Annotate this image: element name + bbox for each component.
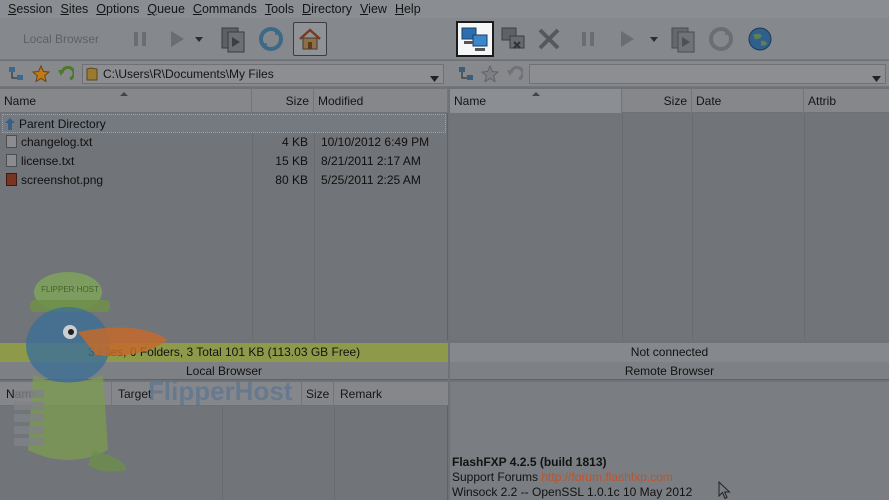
remote-address-bar bbox=[448, 61, 889, 87]
back-icon[interactable] bbox=[505, 65, 525, 86]
column-remark[interactable]: Remark bbox=[334, 382, 448, 406]
column-divider bbox=[622, 113, 623, 340]
local-browser-button[interactable]: Local Browser bbox=[6, 30, 116, 48]
column-size[interactable]: Size bbox=[302, 382, 334, 406]
column-size[interactable]: Size bbox=[252, 89, 314, 113]
chevron-down-icon[interactable] bbox=[872, 70, 881, 88]
chevron-down-icon[interactable] bbox=[647, 22, 661, 56]
table-row[interactable]: screenshot.png 80 KB 5/25/2011 2:25 AM bbox=[6, 171, 446, 190]
file-name: screenshot.png bbox=[21, 173, 104, 187]
local-path-field[interactable]: C:\Users\R\Documents\My Files bbox=[82, 64, 444, 84]
local-column-header: Name Size Modified bbox=[0, 89, 448, 113]
menu-help[interactable]: Help bbox=[391, 2, 425, 16]
cursor-icon bbox=[718, 480, 732, 500]
transfer-icon[interactable] bbox=[216, 22, 250, 56]
sort-arrow-icon bbox=[120, 81, 128, 105]
play-icon[interactable] bbox=[610, 22, 644, 56]
file-modified: 8/21/2011 2:17 AM bbox=[321, 154, 421, 168]
menu-commands[interactable]: Commands bbox=[189, 2, 261, 16]
menu-session[interactable]: Session bbox=[4, 2, 56, 16]
file-modified: 10/10/2012 6:49 PM bbox=[321, 135, 430, 149]
sort-arrow-icon bbox=[532, 81, 540, 105]
image-file-icon bbox=[6, 173, 17, 186]
parent-directory-label: Parent Directory bbox=[19, 117, 106, 131]
connect-icon[interactable] bbox=[456, 21, 494, 57]
local-path-text: C:\Users\R\Documents\My Files bbox=[103, 67, 274, 81]
pause-icon[interactable] bbox=[123, 22, 157, 56]
file-size: 80 KB bbox=[275, 173, 308, 187]
column-divider bbox=[804, 113, 805, 340]
menu-bar: Session Sites Options Queue Commands Too… bbox=[0, 0, 889, 18]
column-name-label: Name bbox=[454, 94, 487, 108]
menu-sites[interactable]: Sites bbox=[56, 2, 92, 16]
parent-directory-row[interactable]: Parent Directory bbox=[2, 114, 446, 133]
menu-options[interactable]: Options bbox=[92, 2, 143, 16]
chevron-down-icon[interactable] bbox=[430, 70, 439, 88]
column-name-label: Name bbox=[4, 94, 37, 108]
column-date[interactable]: Date bbox=[692, 89, 804, 113]
local-address-bar: C:\Users\R\Documents\My Files bbox=[0, 61, 448, 87]
favorites-icon[interactable] bbox=[480, 64, 500, 86]
disconnect-icon[interactable] bbox=[496, 22, 530, 56]
table-row[interactable]: changelog.txt 4 KB 10/10/2012 6:49 PM bbox=[6, 133, 446, 152]
file-size: 15 KB bbox=[275, 154, 308, 168]
log-forums-line: Support Forums http://forum.flashfxp.com bbox=[452, 470, 673, 484]
cap-text: FLIPPER HOST bbox=[41, 285, 99, 294]
column-divider bbox=[222, 406, 223, 500]
file-name: license.txt bbox=[21, 154, 75, 168]
file-name: changelog.txt bbox=[21, 135, 93, 149]
folder-tree-icon[interactable] bbox=[458, 66, 474, 85]
local-toolbar: Local Browser bbox=[0, 18, 448, 60]
column-divider bbox=[692, 113, 693, 340]
globe-icon[interactable] bbox=[743, 22, 777, 56]
back-icon[interactable] bbox=[56, 65, 76, 86]
file-size: 4 KB bbox=[281, 135, 308, 149]
log-version-line: FlashFXP 4.2.5 (build 1813) bbox=[452, 455, 607, 469]
table-row[interactable]: license.txt 15 KB 8/21/2011 2:17 AM bbox=[6, 152, 446, 171]
text-file-icon bbox=[6, 154, 17, 167]
column-attrib[interactable]: Attrib bbox=[804, 89, 889, 113]
forum-link[interactable]: http://forum.flashfxp.com bbox=[541, 470, 672, 484]
column-name[interactable]: Name bbox=[0, 89, 252, 113]
remote-status-bar: Not connected bbox=[450, 343, 889, 362]
remote-toolbar bbox=[448, 18, 889, 60]
menu-view[interactable]: View bbox=[356, 2, 391, 16]
menu-queue[interactable]: Queue bbox=[143, 2, 189, 16]
refresh-icon[interactable] bbox=[704, 22, 738, 56]
play-icon[interactable] bbox=[160, 22, 194, 56]
folder-icon bbox=[86, 67, 98, 86]
column-name[interactable]: Name bbox=[450, 89, 622, 113]
column-size[interactable]: Size bbox=[622, 89, 692, 113]
menu-tools[interactable]: Tools bbox=[261, 2, 298, 16]
home-icon[interactable] bbox=[293, 22, 327, 56]
remote-panel-label: Remote Browser bbox=[450, 362, 889, 380]
pause-icon[interactable] bbox=[571, 22, 605, 56]
column-divider bbox=[334, 406, 335, 500]
menu-directory[interactable]: Directory bbox=[298, 2, 356, 16]
folder-tree-icon[interactable] bbox=[8, 66, 24, 85]
transfer-icon[interactable] bbox=[666, 22, 700, 56]
text-file-icon bbox=[6, 135, 17, 148]
favorites-icon[interactable] bbox=[31, 64, 51, 86]
close-icon[interactable] bbox=[532, 22, 566, 56]
log-winsock-line: Winsock 2.2 -- OpenSSL 1.0.1c 10 May 201… bbox=[452, 485, 693, 499]
chevron-down-icon[interactable] bbox=[192, 22, 206, 56]
remote-column-header: Name Size Date Attrib bbox=[450, 89, 889, 113]
remote-path-field[interactable] bbox=[529, 64, 886, 84]
watermark-brand: FlipperHost bbox=[148, 376, 293, 406]
log-forums-label: Support Forums bbox=[452, 470, 542, 484]
file-modified: 5/25/2011 2:25 AM bbox=[321, 173, 421, 187]
remote-file-list[interactable] bbox=[450, 113, 889, 340]
refresh-icon[interactable] bbox=[254, 22, 288, 56]
column-modified[interactable]: Modified bbox=[314, 89, 448, 113]
